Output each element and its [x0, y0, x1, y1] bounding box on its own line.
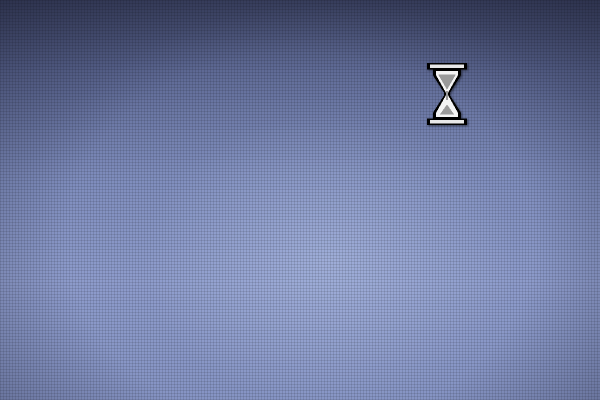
hourglass-icon — [427, 63, 467, 125]
screen-pixel-grid — [0, 0, 600, 400]
desktop-background — [0, 0, 600, 400]
screen-vignette — [0, 0, 600, 400]
